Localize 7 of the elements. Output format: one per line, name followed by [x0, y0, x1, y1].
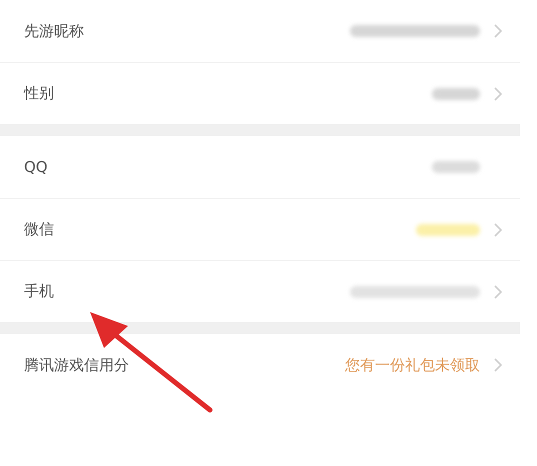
- row-label: 腾讯游戏信用分: [24, 354, 129, 376]
- row-label: QQ: [24, 156, 48, 178]
- row-label: 先游昵称: [24, 20, 84, 42]
- row-label: 手机: [24, 281, 54, 302]
- gift-notice: 您有一份礼包未领取: [345, 354, 480, 376]
- row-label: 性别: [24, 83, 54, 104]
- row-label: 微信: [24, 219, 54, 240]
